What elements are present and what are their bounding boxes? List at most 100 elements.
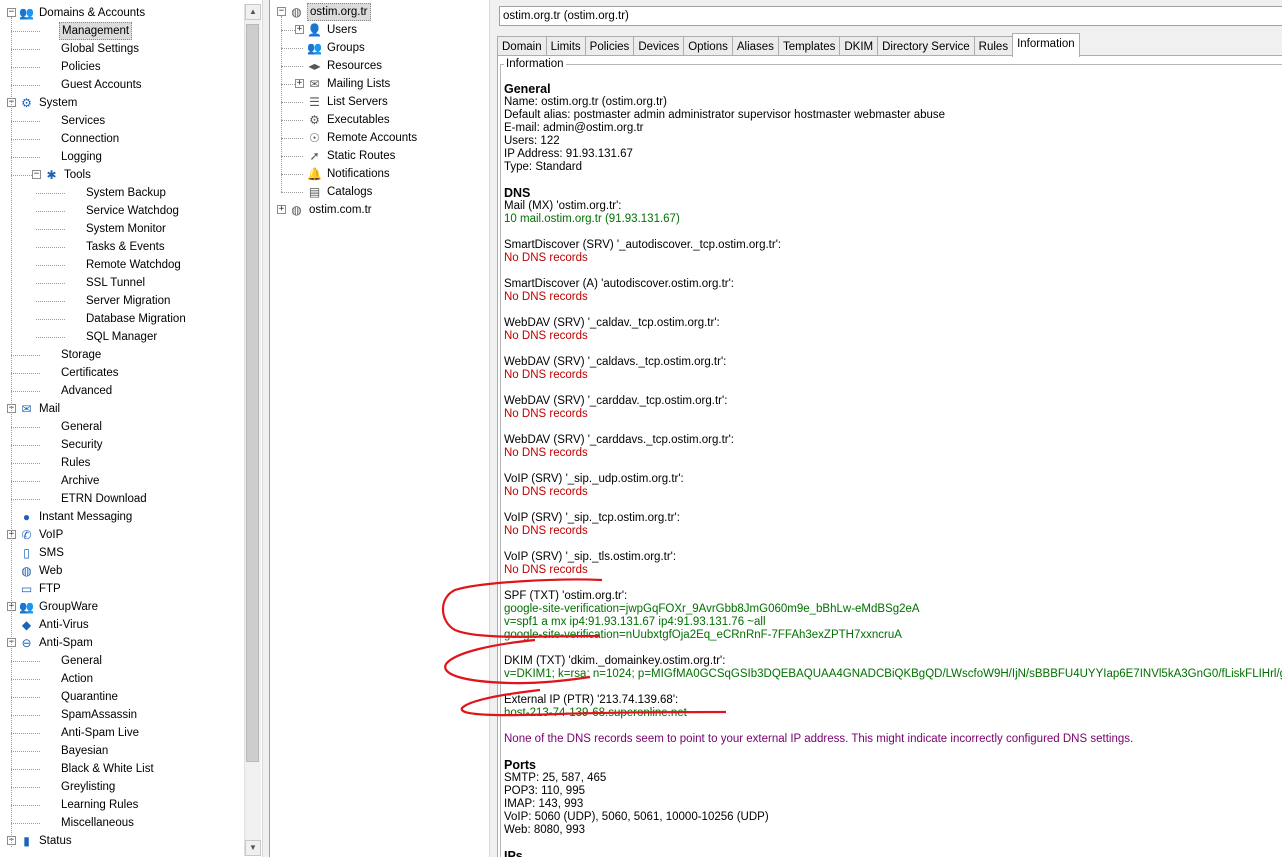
- nav-item[interactable]: Quarantine: [0, 688, 245, 706]
- nav-item[interactable]: Security: [0, 436, 245, 454]
- nav-item[interactable]: Server Migration: [0, 292, 245, 310]
- collapse-toggle[interactable]: −: [277, 7, 286, 16]
- nav-item[interactable]: Miscellaneous: [0, 814, 245, 832]
- nav-label: FTP: [39, 583, 61, 595]
- tab-limits[interactable]: Limits: [545, 36, 586, 57]
- nav-item[interactable]: ◆ Anti-Virus: [0, 616, 245, 634]
- nav-item[interactable]: Bayesian: [0, 742, 245, 760]
- domain-item[interactable]: + ✉ Mailing Lists: [270, 75, 490, 93]
- tab-domain[interactable]: Domain: [497, 36, 547, 57]
- domain-item[interactable]: + ◍ ostim.com.tr: [270, 201, 490, 219]
- info-line: [504, 642, 1282, 655]
- nav-item[interactable]: Black & White List: [0, 760, 245, 778]
- nav-item[interactable]: Services: [0, 112, 245, 130]
- nav-item[interactable]: − ✉ Mail: [0, 400, 245, 418]
- nav-item[interactable]: Remote Watchdog: [0, 256, 245, 274]
- nav-item[interactable]: + ✆ VoIP: [0, 526, 245, 544]
- info-line: [504, 577, 1282, 590]
- scroll-down-button[interactable]: ▼: [245, 840, 261, 856]
- nav-item[interactable]: [0, 850, 245, 857]
- nav-item[interactable]: − 👥 Domains & Accounts: [0, 4, 245, 22]
- nav-item[interactable]: − ⊖ Anti-Spam: [0, 634, 245, 652]
- nav-item[interactable]: Global Settings: [0, 40, 245, 58]
- domain-item[interactable]: − ◍ ostim.org.tr: [270, 3, 490, 21]
- nav-label: Bayesian: [61, 745, 109, 757]
- nav-item[interactable]: Management: [0, 22, 245, 40]
- nav-item[interactable]: Certificates: [0, 364, 245, 382]
- navigation-scrollbar[interactable]: ▲ ▼: [244, 4, 261, 856]
- tree-connector: [36, 301, 65, 302]
- collapse-toggle[interactable]: −: [7, 8, 16, 17]
- nav-item[interactable]: Anti-Spam Live: [0, 724, 245, 742]
- domain-item[interactable]: 👥 Groups: [270, 39, 490, 57]
- domain-item[interactable]: ⚙ Executables: [270, 111, 490, 129]
- nav-label: Database Migration: [86, 313, 186, 325]
- section-heading: DNS: [504, 186, 531, 200]
- nav-item[interactable]: Archive: [0, 472, 245, 490]
- domain-label: List Servers: [327, 96, 388, 108]
- nav-item[interactable]: System Backup: [0, 184, 245, 202]
- nav-item[interactable]: Greylisting: [0, 778, 245, 796]
- nav-label: Miscellaneous: [61, 817, 134, 829]
- nav-item[interactable]: − ✱ Tools: [0, 166, 245, 184]
- nav-item[interactable]: ◍ Web: [0, 562, 245, 580]
- expand-toggle[interactable]: +: [295, 79, 304, 88]
- info-line: No DNS records: [504, 291, 588, 303]
- nav-item[interactable]: Storage: [0, 346, 245, 364]
- tab-dkim[interactable]: DKIM: [839, 36, 879, 57]
- nav-item[interactable]: Rules: [0, 454, 245, 472]
- expand-toggle[interactable]: +: [277, 205, 286, 214]
- tree-connector: [11, 373, 40, 374]
- nav-item[interactable]: ▯ SMS: [0, 544, 245, 562]
- tab-policies[interactable]: Policies: [584, 36, 635, 57]
- nav-item[interactable]: Database Migration: [0, 310, 245, 328]
- tree-root-connector: [281, 16, 282, 192]
- nav-item[interactable]: − ⚙ System: [0, 94, 245, 112]
- nav-item[interactable]: Guest Accounts: [0, 76, 245, 94]
- domain-item[interactable]: ◂▸ Resources: [270, 57, 490, 75]
- info-line: v=DKIM1; k=rsa; n=1024; p=MIGfMA0GCSqGSI…: [504, 668, 1282, 680]
- nav-item[interactable]: Policies: [0, 58, 245, 76]
- tab-options[interactable]: Options: [683, 36, 733, 57]
- tab-information[interactable]: Information: [1012, 33, 1080, 57]
- scroll-thumb[interactable]: [246, 24, 259, 762]
- info-line: SMTP: 25, 587, 465: [504, 772, 607, 784]
- domain-item[interactable]: + 👤 Users: [270, 21, 490, 39]
- tab-aliases[interactable]: Aliases: [731, 36, 779, 57]
- nav-label: Action: [61, 673, 93, 685]
- nav-item[interactable]: System Monitor: [0, 220, 245, 238]
- expand-toggle[interactable]: +: [295, 25, 304, 34]
- domain-item[interactable]: 🔔 Notifications: [270, 165, 490, 183]
- nav-item[interactable]: Service Watchdog: [0, 202, 245, 220]
- tab-rules[interactable]: Rules: [973, 36, 1014, 57]
- tab-directory-service[interactable]: Directory Service: [877, 36, 975, 57]
- domain-tree: − ◍ ostim.org.tr + 👤 Users 👥 Groups ◂▸ Resources +…: [270, 3, 490, 219]
- nav-item[interactable]: ● Instant Messaging: [0, 508, 245, 526]
- domain-item[interactable]: ☰ List Servers: [270, 93, 490, 111]
- nav-item[interactable]: SSL Tunnel: [0, 274, 245, 292]
- nav-item[interactable]: ETRN Download: [0, 490, 245, 508]
- tab-templates[interactable]: Templates: [777, 36, 841, 57]
- nav-item[interactable]: Tasks & Events: [0, 238, 245, 256]
- tree-connector: [11, 157, 40, 158]
- domain-item[interactable]: ▤ Catalogs: [270, 183, 490, 201]
- nav-item[interactable]: Advanced: [0, 382, 245, 400]
- nav-item[interactable]: ▭ FTP: [0, 580, 245, 598]
- domain-item[interactable]: ➚ Static Routes: [270, 147, 490, 165]
- collapse-toggle[interactable]: −: [32, 170, 41, 179]
- tab-devices[interactable]: Devices: [633, 36, 685, 57]
- nav-item[interactable]: Connection: [0, 130, 245, 148]
- nav-item[interactable]: General: [0, 418, 245, 436]
- nav-item[interactable]: Action: [0, 670, 245, 688]
- nav-item[interactable]: SpamAssassin: [0, 706, 245, 724]
- nav-item[interactable]: General: [0, 652, 245, 670]
- nav-item[interactable]: Logging: [0, 148, 245, 166]
- info-line: [504, 226, 1282, 239]
- nav-item[interactable]: + 👥 GroupWare: [0, 598, 245, 616]
- nav-item[interactable]: − ▮ Status: [0, 832, 245, 850]
- info-line: VoIP (SRV) '_sip._tcp.ostim.org.tr':: [504, 512, 680, 524]
- nav-item[interactable]: Learning Rules: [0, 796, 245, 814]
- nav-item[interactable]: SQL Manager: [0, 328, 245, 346]
- scroll-up-button[interactable]: ▲: [245, 4, 261, 20]
- domain-item[interactable]: ☉ Remote Accounts: [270, 129, 490, 147]
